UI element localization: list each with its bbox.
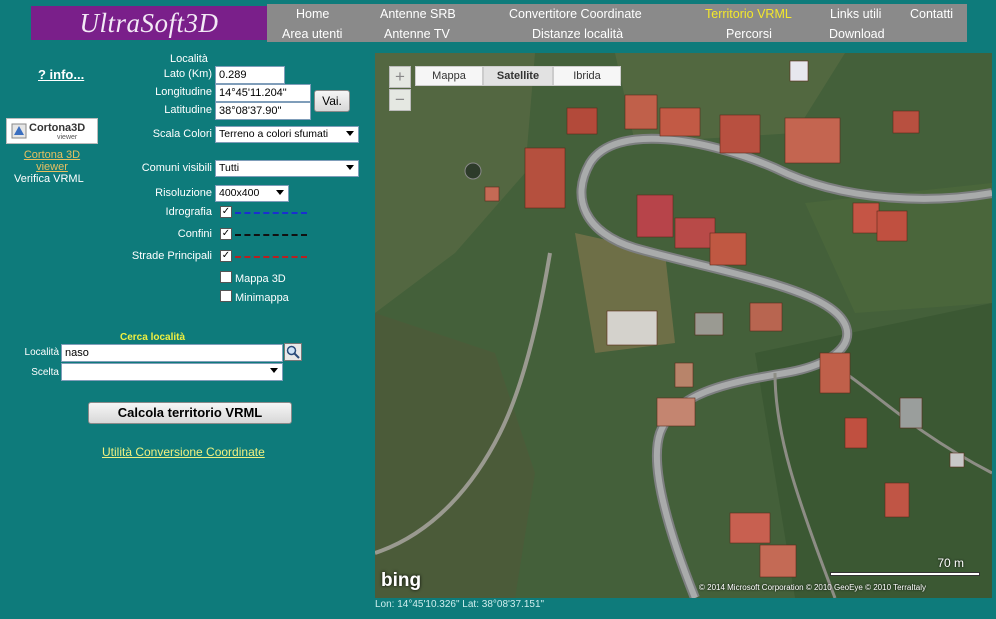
strade-principali-checkbox[interactable]: ✓ [220, 250, 232, 262]
scala-colori-label: Scala Colori [152, 128, 212, 140]
settings-panel: ? info... Cortona3D viewer Cortona 3D vi… [4, 52, 375, 609]
zoom-in-button[interactable]: + [389, 66, 411, 88]
search-button[interactable] [284, 343, 302, 361]
cortona-logo-text: Cortona3D [29, 122, 86, 134]
vai-button[interactable]: Vai. [314, 90, 350, 112]
lato-input[interactable] [215, 66, 285, 84]
minimappa-checkbox[interactable] [220, 290, 232, 302]
nav-home[interactable]: Home [296, 7, 329, 21]
localita-title: Località [170, 53, 208, 65]
cursor-coordinates: Lon: 14°45'10.326" Lat: 38°08'37.151" [375, 599, 545, 610]
risoluzione-select[interactable]: 400x400 [215, 185, 289, 202]
longitudine-label: Longitudine [155, 86, 212, 98]
bing-logo: bing [381, 570, 422, 591]
risoluzione-label: Risoluzione [155, 187, 212, 199]
comuni-visibili-value: Tutti [219, 162, 240, 174]
nav-area-utenti[interactable]: Area utenti [282, 27, 342, 41]
localita-search-input[interactable] [61, 344, 283, 362]
longitudine-input[interactable] [215, 84, 311, 102]
top-bar: UltraSoft3D Home Antenne SRB Convertitor… [0, 0, 996, 52]
tab-satellite[interactable]: Satellite [483, 66, 553, 86]
nav-distanze-localita[interactable]: Distanze località [532, 27, 623, 41]
tab-ibrida[interactable]: Ibrida [553, 66, 621, 86]
chevron-down-icon [346, 165, 354, 170]
satellite-imagery [375, 53, 992, 598]
chevron-down-icon [346, 131, 354, 136]
cortona-icon [11, 123, 27, 139]
search-icon [286, 345, 300, 359]
nav-antenne-tv[interactable]: Antenne TV [384, 27, 450, 41]
verifica-vrml-label: Verifica VRML [14, 173, 84, 185]
latitudine-input[interactable] [215, 102, 311, 120]
main-navigation: Home Antenne SRB Convertitore Coordinate… [267, 4, 967, 42]
confini-checkbox[interactable]: ✓ [220, 228, 232, 240]
nav-links-utili[interactable]: Links utili [830, 7, 881, 21]
satellite-map[interactable]: + − Mappa Satellite Ibrida bing © 2014 M… [375, 53, 992, 598]
nav-convertitore-coordinate[interactable]: Convertitore Coordinate [509, 7, 642, 21]
mappa-3d-checkbox[interactable] [220, 271, 232, 283]
chevron-down-icon [276, 190, 284, 195]
latitudine-label: Latitudine [164, 104, 212, 116]
comuni-visibili-label: Comuni visibili [141, 162, 212, 174]
idrografia-label: Idrografia [165, 206, 212, 218]
cortona-link[interactable]: Cortona 3D viewer [20, 149, 84, 173]
zoom-out-button[interactable]: − [389, 89, 411, 111]
nav-antenne-srb[interactable]: Antenne SRB [380, 7, 456, 21]
map-scale-bar [830, 572, 980, 576]
scala-colori-select[interactable]: Terreno a colori sfumati [215, 126, 359, 143]
nav-territorio-vrml[interactable]: Territorio VRML [705, 7, 792, 21]
tab-mappa[interactable]: Mappa [415, 66, 483, 86]
nav-download[interactable]: Download [829, 27, 885, 41]
risoluzione-value: 400x400 [219, 187, 260, 199]
utilita-conversione-link[interactable]: Utilità Conversione Coordinate [102, 445, 265, 459]
lato-label: Lato (Km) [163, 68, 212, 80]
cortona-logo-sub: viewer [57, 134, 78, 141]
minimappa-label: Minimappa [235, 292, 289, 304]
confini-line-sample [235, 234, 307, 236]
nav-contatti[interactable]: Contatti [910, 7, 953, 21]
localita-search-label: Località [24, 347, 59, 358]
strade-line-sample [235, 256, 307, 258]
calcola-territorio-button[interactable]: Calcola territorio VRML [88, 402, 292, 424]
scelta-select[interactable] [61, 363, 283, 381]
map-copyright: © 2014 Microsoft Corporation © 2010 GeoE… [699, 583, 926, 592]
mappa-3d-label: Mappa 3D [235, 273, 286, 285]
cortona-logo[interactable]: Cortona3D viewer [6, 118, 98, 144]
chevron-down-icon [270, 368, 278, 373]
confini-label: Confini [177, 228, 212, 240]
cerca-localita-title: Cerca località [120, 332, 186, 343]
strade-principali-label: Strade Principali [131, 250, 212, 262]
info-link[interactable]: ? info... [38, 67, 84, 82]
idrografia-checkbox[interactable]: ✓ [220, 206, 232, 218]
scala-colori-value: Terreno a colori sfumati [219, 128, 329, 140]
site-logo[interactable]: UltraSoft3D [31, 6, 267, 40]
comuni-visibili-select[interactable]: Tutti [215, 160, 359, 177]
scelta-label: Scelta [31, 367, 59, 378]
nav-percorsi[interactable]: Percorsi [726, 27, 772, 41]
idrografia-line-sample [235, 212, 307, 214]
map-scale-label: 70 m [937, 556, 964, 570]
